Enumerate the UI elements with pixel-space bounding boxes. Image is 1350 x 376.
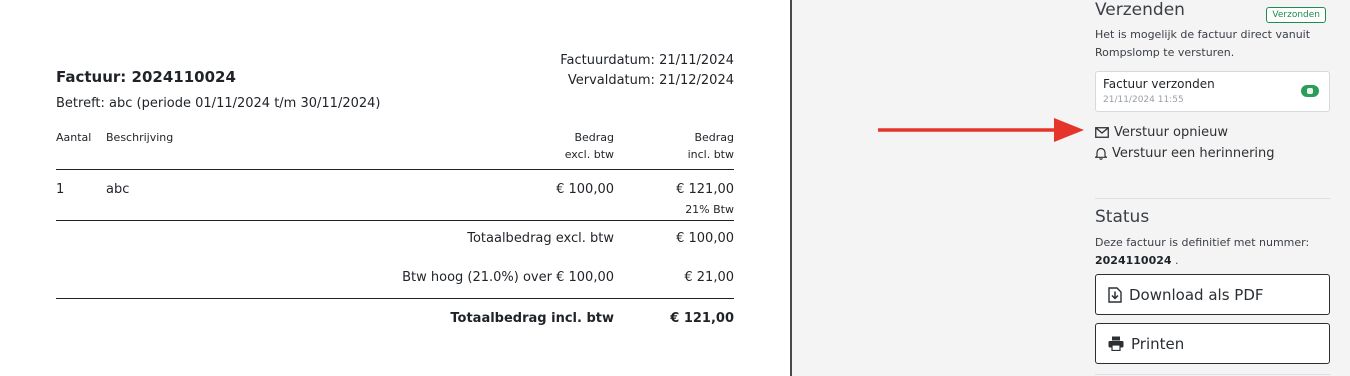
column-header-amount-incl-line1: Bedrag: [694, 131, 734, 144]
resend-label: Verstuur opnieuw: [1114, 125, 1228, 140]
invoice-table: Aantal Beschrijving Bedrag excl. btw Bed…: [56, 131, 734, 339]
sent-event-title: Factuur verzonden: [1103, 77, 1215, 91]
download-pdf-button[interactable]: Download als PDF: [1095, 274, 1330, 315]
status-section: Status Deze factuur is definitief met nu…: [1095, 207, 1330, 364]
column-header-amount-incl-line2: incl. btw: [687, 148, 734, 161]
section-separator-bottom: [1095, 374, 1330, 375]
print-button[interactable]: Printen: [1095, 323, 1330, 364]
item-description: abc: [106, 182, 130, 197]
item-vat-rate: 21% Btw: [685, 203, 734, 216]
print-label: Printen: [1131, 334, 1185, 353]
invoice-title: Factuur: 2024110024: [56, 68, 236, 86]
invoice-number-suffix: .: [1171, 254, 1179, 267]
subtotal-value: € 100,00: [676, 231, 734, 246]
invoice-document: Factuurdatum: 21/11/2024 Vervaldatum: 21…: [0, 0, 790, 376]
resend-link[interactable]: Verstuur opnieuw: [1095, 125, 1330, 140]
invoice-dates: Factuurdatum: 21/11/2024 Vervaldatum: 21…: [560, 51, 734, 91]
item-amount-excl: € 100,00: [556, 182, 614, 197]
send-section: Verzenden Verzonden Het is mogelijk de f…: [1095, 0, 1330, 161]
download-pdf-label: Download als PDF: [1129, 285, 1264, 304]
column-header-amount-incl: Bedrag incl. btw: [688, 131, 734, 161]
status-description: Deze factuur is definitief met nummer: 2…: [1095, 234, 1330, 270]
subtotal-row: Totaalbedrag excl. btw € 100,00: [56, 221, 734, 260]
column-header-description: Beschrijving: [106, 131, 174, 144]
bell-icon: [1095, 147, 1107, 160]
invoice-date: Factuurdatum: 21/11/2024: [560, 53, 734, 68]
table-header: Aantal Beschrijving Bedrag excl. btw Bed…: [56, 131, 734, 170]
sent-event-card: Factuur verzonden 21/11/2024 11:55: [1095, 71, 1330, 112]
total-row: Totaalbedrag incl. btw € 121,00: [56, 299, 734, 339]
sent-status-badge: Verzonden: [1266, 7, 1326, 23]
total-label: Totaalbedrag incl. btw: [450, 311, 614, 326]
vat-value: € 21,00: [684, 270, 734, 285]
invoice-subject: Betreft: abc (periode 01/11/2024 t/m 30/…: [56, 96, 381, 111]
column-header-qty: Aantal: [56, 131, 92, 144]
item-amount-incl: € 121,00: [676, 182, 734, 197]
section-separator: [1095, 198, 1330, 199]
printer-icon: [1108, 336, 1124, 351]
status-section-title: Status: [1095, 207, 1150, 227]
subtotal-label: Totaalbedrag excl. btw: [467, 231, 614, 246]
item-qty: 1: [56, 182, 65, 197]
status-description-text: Deze factuur is definitief met nummer:: [1095, 236, 1310, 249]
due-date: Vervaldatum: 21/12/2024: [567, 73, 734, 88]
total-value: € 121,00: [670, 311, 734, 326]
column-header-amount-excl: Bedrag excl. btw: [565, 131, 614, 161]
column-header-amount-excl-line1: Bedrag: [574, 131, 614, 144]
send-description: Het is mogelijk de factuur direct vanuit…: [1095, 28, 1311, 59]
vat-label: Btw hoog (21.0%) over € 100,00: [402, 270, 614, 285]
annotation-arrow-icon: [878, 118, 1084, 142]
download-file-icon: [1108, 286, 1122, 303]
column-header-amount-excl-line2: excl. btw: [564, 148, 614, 161]
send-reminder-label: Verstuur een herinnering: [1112, 146, 1275, 161]
table-row: 1 abc € 100,00 € 121,00 21% Btw: [56, 170, 734, 221]
vat-row: Btw hoog (21.0%) over € 100,00 € 21,00: [56, 260, 734, 299]
send-reminder-link[interactable]: Verstuur een herinnering: [1095, 146, 1330, 161]
invoice-number: 2024110024: [1095, 254, 1172, 267]
thumbs-up-icon: [1301, 85, 1319, 97]
sent-event-time: 21/11/2024 11:55: [1103, 95, 1184, 105]
envelope-icon: [1095, 127, 1109, 138]
